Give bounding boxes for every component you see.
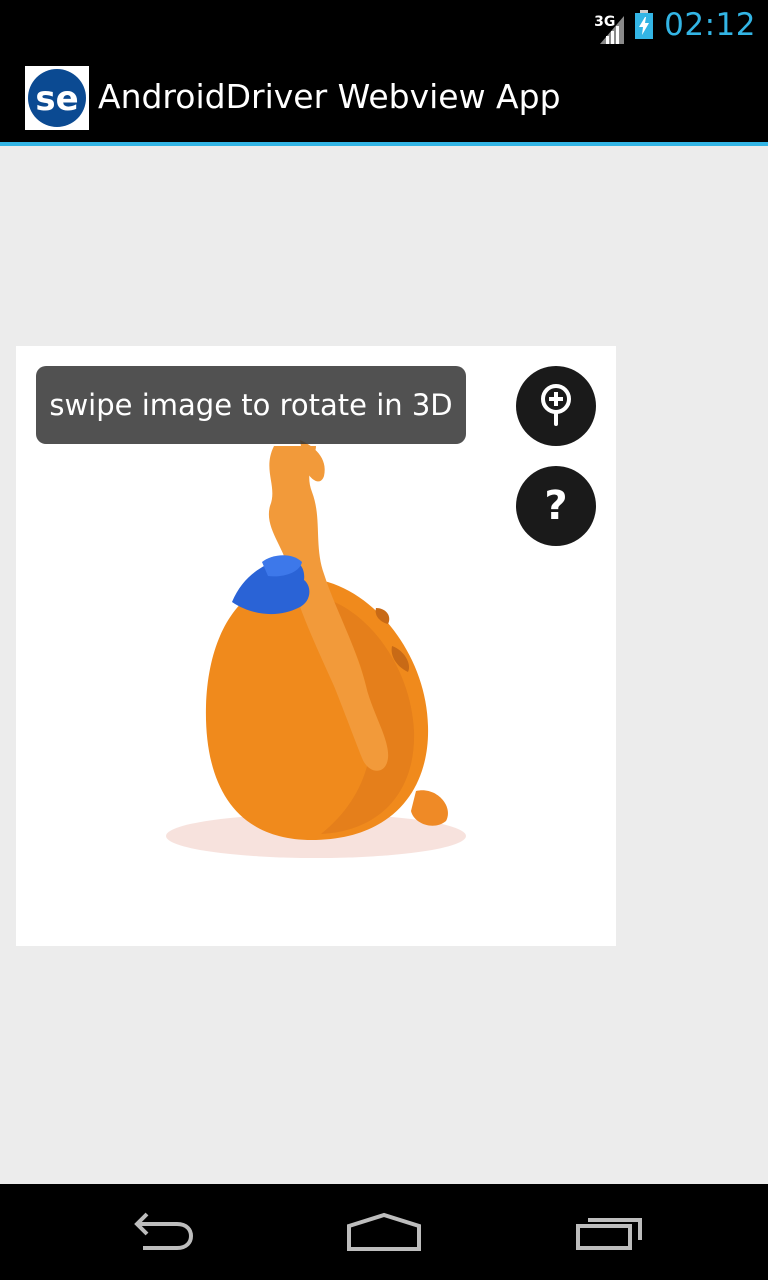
status-indicators: 3G 02:12	[594, 0, 756, 50]
se-logo-icon[interactable]: se	[25, 66, 89, 130]
clock: 02:12	[664, 7, 756, 43]
logo-text: se	[35, 79, 78, 119]
status-bar: 3G 02:12	[0, 0, 768, 50]
home-button[interactable]	[334, 1204, 434, 1260]
screen: 3G 02:12 se AndroidDriver Webview App sw…	[0, 0, 768, 1280]
zoom-in-icon	[541, 384, 571, 426]
app-title: AndroidDriver Webview App	[98, 77, 561, 116]
navigation-bar	[0, 1184, 768, 1280]
help-button[interactable]: ?	[516, 466, 596, 546]
signal-icon: 3G	[594, 8, 625, 44]
battery-charging-icon	[634, 10, 654, 40]
recent-apps-icon	[576, 1218, 642, 1250]
recent-apps-button[interactable]	[560, 1204, 660, 1260]
rotate-hint-tooltip: swipe image to rotate in 3D	[36, 366, 466, 444]
help-icon: ?	[544, 483, 568, 529]
back-button[interactable]	[110, 1204, 210, 1260]
back-icon	[134, 1212, 194, 1250]
product-viewer[interactable]: swipe image to rotate in 3D ?	[16, 346, 616, 946]
zoom-button[interactable]	[516, 366, 596, 446]
home-icon	[347, 1212, 421, 1251]
action-bar: se AndroidDriver Webview App	[0, 50, 768, 146]
